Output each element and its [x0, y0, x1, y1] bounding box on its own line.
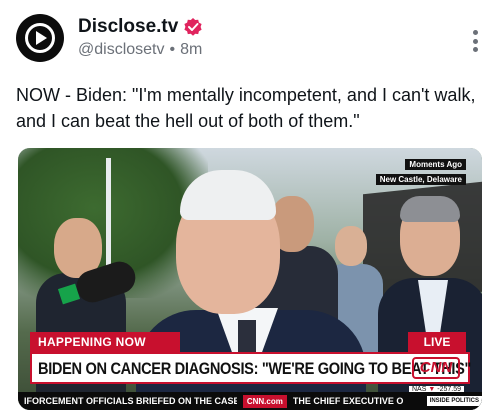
avatar[interactable]	[16, 14, 64, 62]
author-display-name[interactable]: Disclose.tv	[78, 16, 178, 38]
verified-badge-icon	[184, 18, 202, 36]
play-circle-icon	[25, 23, 55, 53]
ticker-show-tag: INSIDE POLITICS	[426, 396, 482, 406]
news-ticker: IFORCEMENT OFFICIALS BRIEFED ON THE CASE…	[18, 392, 482, 410]
author-meta: @disclosetv • 8m	[78, 41, 202, 59]
meta-separator: •	[169, 41, 176, 58]
headline-text: BIDEN ON CANCER DIAGNOSIS: "WE'RE GOING …	[38, 359, 472, 378]
tag-location: New Castle, Delaware	[375, 174, 466, 185]
tag-time: Moments Ago	[405, 159, 466, 170]
post-text: NOW - Biden: "I'm mentally incompetent, …	[16, 85, 476, 131]
live-badge: LIVE	[408, 332, 466, 352]
author-name-row: Disclose.tv	[78, 16, 203, 38]
location-tag: Moments Ago New Castle, Delaware	[375, 154, 466, 185]
video-thumbnail[interactable]: Moments Ago New Castle, Delaware HAPPENI…	[18, 148, 482, 410]
post-timestamp[interactable]: 8m	[180, 41, 202, 59]
author-handle[interactable]: @disclosetv	[78, 41, 165, 59]
headline-bar: BIDEN ON CANCER DIAGNOSIS: "WE'RE GOING …	[30, 352, 472, 384]
ticker-text-right: THE CHIEF EXECUTIVE O	[292, 396, 404, 406]
post-header: Disclose.tv @disclosetv • 8m	[16, 14, 484, 64]
happening-now-label: HAPPENING NOW	[30, 332, 180, 352]
network-logo: CNN	[412, 357, 460, 379]
ticker-brand: CNN.com	[242, 394, 287, 408]
ticker-text-left: IFORCEMENT OFFICIALS BRIEFED ON THE CASE…	[24, 396, 237, 406]
more-vertical-icon[interactable]	[472, 30, 478, 52]
